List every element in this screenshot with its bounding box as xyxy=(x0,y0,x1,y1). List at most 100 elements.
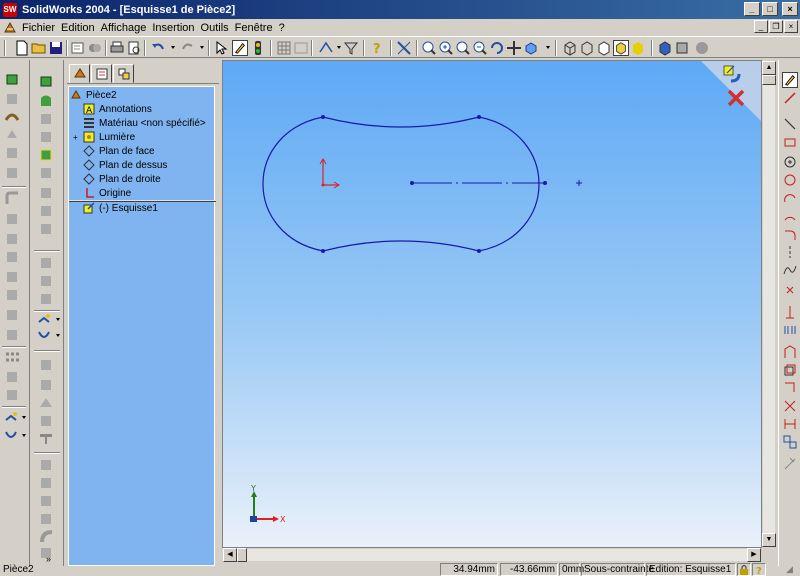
sketch-hole-icon[interactable] xyxy=(38,290,54,306)
circle-tool-icon[interactable] xyxy=(782,154,798,170)
sketch-draft-icon[interactable] xyxy=(38,184,54,200)
three-point-arc-icon[interactable] xyxy=(782,208,798,224)
split-icon[interactable] xyxy=(4,326,20,342)
line-tool-icon[interactable] xyxy=(782,116,798,132)
tree-item-plan-face[interactable]: Plan de face xyxy=(83,144,155,158)
rib-icon[interactable] xyxy=(4,248,20,264)
undo-icon[interactable] xyxy=(150,40,166,56)
sketch-point[interactable] xyxy=(477,249,481,253)
zoom-selection-icon[interactable] xyxy=(472,40,488,56)
linear-step-repeat-icon[interactable] xyxy=(782,416,798,432)
vertical-scrollbar[interactable]: ▲ ▼ xyxy=(762,60,776,548)
sketch-tool-e-icon[interactable] xyxy=(38,430,54,446)
sketch-profile[interactable] xyxy=(262,115,540,253)
property-tab[interactable] xyxy=(91,64,112,83)
zoom-in-out-icon[interactable] xyxy=(455,40,471,56)
sketch-revolve-icon[interactable] xyxy=(38,92,54,108)
sweep-icon[interactable] xyxy=(4,108,20,124)
doc-close-button[interactable]: × xyxy=(784,20,798,33)
rebuild-icon[interactable] xyxy=(250,40,266,56)
sketch-arc-left[interactable] xyxy=(262,116,324,252)
hidden-lines-removed-icon[interactable] xyxy=(596,40,612,56)
status-help-icon[interactable]: ? xyxy=(752,563,766,576)
smart-dimension-tool-icon[interactable] xyxy=(782,90,798,106)
tree-root[interactable]: Pièce2 xyxy=(70,88,117,102)
menu-insertion[interactable]: Insertion xyxy=(149,22,197,34)
sketch-point-icon[interactable] xyxy=(36,312,52,328)
options-grid-icon[interactable] xyxy=(293,40,309,56)
sketch-curves-icon[interactable] xyxy=(36,328,52,344)
draft-icon[interactable] xyxy=(4,268,20,284)
rectangle-tool-icon[interactable] xyxy=(782,134,798,150)
make-assembly-icon[interactable] xyxy=(87,40,103,56)
resize-grip-icon[interactable]: ◢ xyxy=(786,564,793,575)
menu-outils[interactable]: Outils xyxy=(198,22,232,34)
sketch-tool-f-icon[interactable] xyxy=(38,456,54,472)
view-orientation-icon[interactable] xyxy=(523,40,539,56)
sketch-chamfer-icon[interactable] xyxy=(38,272,54,288)
linear-pattern-icon[interactable] xyxy=(4,350,20,366)
print-preview-icon[interactable] xyxy=(126,40,142,56)
sketch-mirror-icon[interactable] xyxy=(782,322,798,338)
tree-item-sketch[interactable]: (-) Esquisse1 xyxy=(83,201,158,215)
add-relation-icon[interactable] xyxy=(782,434,798,450)
tree-item-annotations[interactable]: A Annotations xyxy=(83,102,152,116)
revolve-boss-icon[interactable] xyxy=(4,90,20,106)
menu-help[interactable]: ? xyxy=(276,22,288,34)
sketch-dome-icon[interactable] xyxy=(38,202,54,218)
sketch-tool-j-icon[interactable] xyxy=(38,528,54,544)
spline-tool-icon[interactable] xyxy=(782,262,798,278)
doc-minimize-button[interactable]: _ xyxy=(754,20,768,33)
sketch-wrap-icon[interactable] xyxy=(38,220,54,236)
scroll-down-arrow[interactable]: ▼ xyxy=(762,533,776,547)
centerline[interactable] xyxy=(410,181,547,185)
save-icon[interactable] xyxy=(48,40,64,56)
fillet-icon[interactable] xyxy=(4,190,20,206)
graphics-area[interactable]: Y X xyxy=(222,60,762,548)
status-lock-icon[interactable] xyxy=(737,563,751,576)
sketch-point[interactable] xyxy=(321,115,325,119)
horizontal-scrollbar[interactable]: ◀ ▶ xyxy=(222,548,762,562)
reference-point-icon[interactable] xyxy=(3,410,19,426)
sketch-tool-c-icon[interactable] xyxy=(38,394,54,410)
sketch-point[interactable] xyxy=(410,181,414,185)
sketch-rib-icon[interactable] xyxy=(38,164,54,180)
horizontal-scroll-thumb[interactable] xyxy=(237,548,247,562)
sketch-point[interactable] xyxy=(321,249,325,253)
scroll-up-arrow[interactable]: ▲ xyxy=(762,61,776,75)
scroll-right-arrow[interactable]: ▶ xyxy=(747,548,761,562)
menu-affichage[interactable]: Affichage xyxy=(98,22,150,34)
display-relations-icon[interactable] xyxy=(782,456,798,472)
pan-icon[interactable] xyxy=(506,40,522,56)
convert-entities-icon[interactable] xyxy=(782,362,798,378)
vertical-scroll-thumb[interactable] xyxy=(762,75,776,85)
sketch-point[interactable] xyxy=(543,181,547,185)
sketch-shell-icon[interactable] xyxy=(38,146,54,162)
hidden-lines-gray-icon[interactable] xyxy=(579,40,595,56)
filter-icon[interactable] xyxy=(343,40,359,56)
menu-edition[interactable]: Edition xyxy=(58,22,98,34)
mirror-icon[interactable] xyxy=(4,368,20,384)
minimize-button[interactable]: _ xyxy=(744,2,760,16)
grid-icon[interactable] xyxy=(276,40,292,56)
hole-wizard-icon[interactable] xyxy=(4,286,20,302)
sketch-fillet-icon[interactable] xyxy=(38,254,54,270)
curves-icon[interactable] xyxy=(3,428,19,444)
zoom-area-icon[interactable] xyxy=(438,40,454,56)
menu-fenetre[interactable]: Fenêtre xyxy=(232,22,276,34)
maximize-button[interactable]: □ xyxy=(762,2,778,16)
scroll-left-arrow[interactable]: ◀ xyxy=(223,548,237,562)
sketch-point[interactable] xyxy=(477,115,481,119)
sketch-arc-right[interactable] xyxy=(478,116,540,252)
tree-item-origine[interactable]: Origine xyxy=(83,186,131,200)
shell-icon[interactable] xyxy=(4,230,20,246)
sketch-tool-g-icon[interactable] xyxy=(38,474,54,490)
mirror-entities-icon[interactable] xyxy=(782,304,798,320)
sketch-tool-b-icon[interactable] xyxy=(38,376,54,392)
menu-fichier[interactable]: Fichier xyxy=(19,22,58,34)
sketch-tool-a-icon[interactable] xyxy=(38,356,54,372)
section-view-icon[interactable] xyxy=(657,40,673,56)
trim-entities-icon[interactable] xyxy=(782,380,798,396)
dome-icon[interactable] xyxy=(4,306,20,322)
centerline-tool-icon[interactable] xyxy=(782,244,798,260)
